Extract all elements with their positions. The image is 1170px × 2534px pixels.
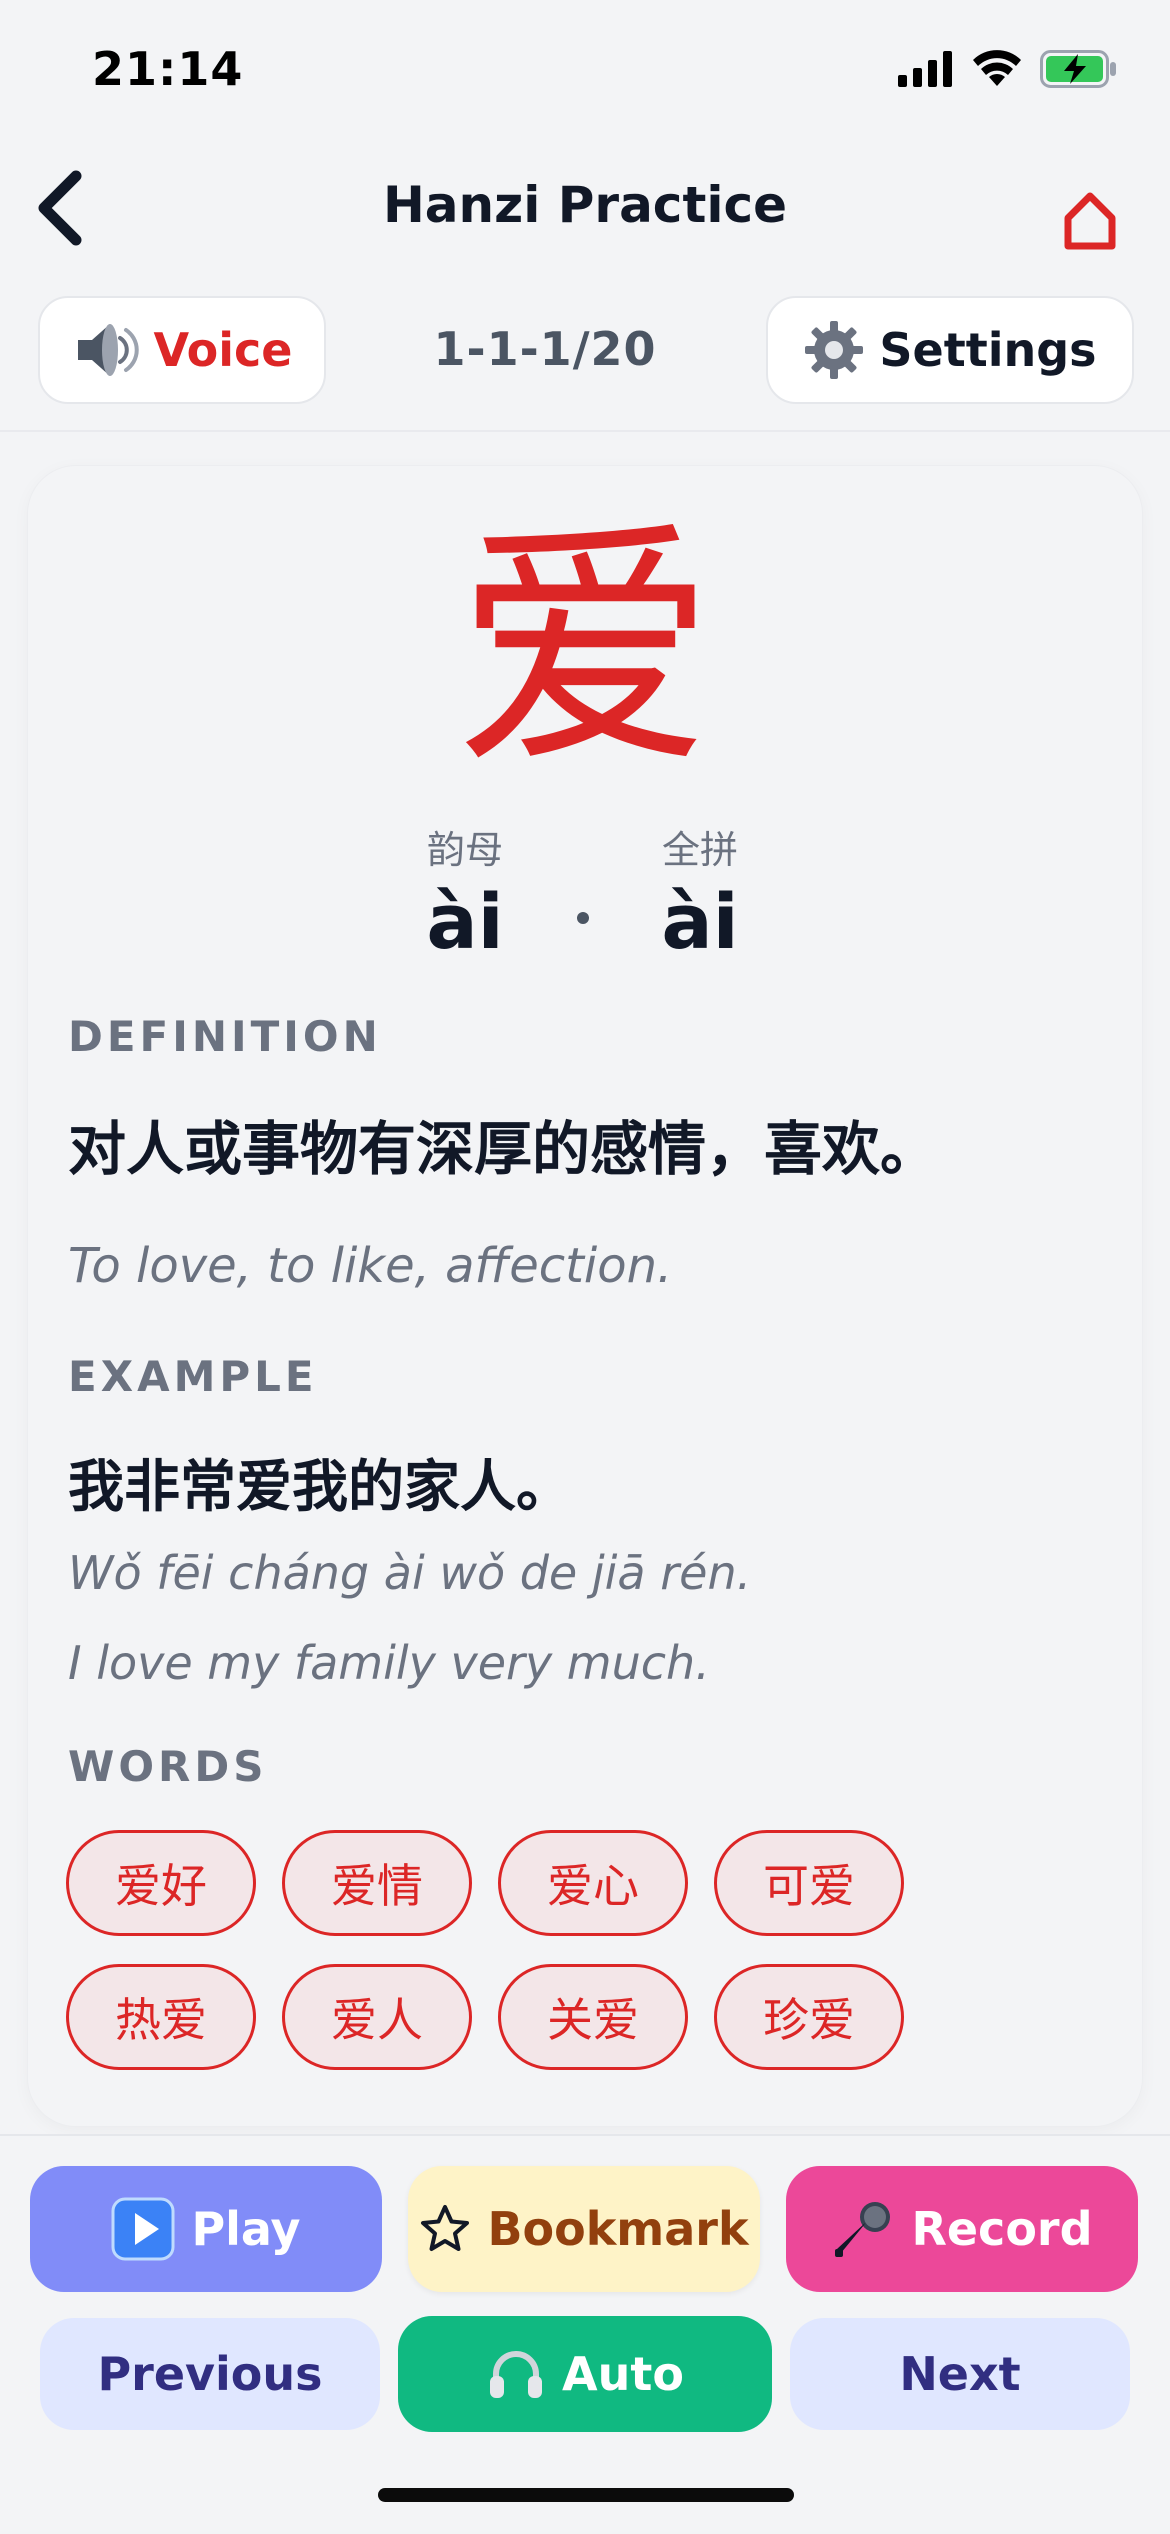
home-button[interactable] (1050, 180, 1130, 260)
definition-label: DEFINITION (68, 1012, 382, 1061)
final-caption: 韵母 (426, 828, 503, 872)
final-value: ài (426, 877, 504, 966)
status-icons (898, 50, 1118, 88)
home-indicator[interactable] (378, 2488, 794, 2502)
bottom-action-bar: Play Bookmark Record Previous Auto Next (0, 2134, 1170, 2534)
settings-button[interactable]: Settings (766, 296, 1134, 404)
word-chip[interactable]: 可爱 (714, 1830, 904, 1936)
full-value: ài (661, 877, 739, 966)
definition-zh: 对人或事物有深厚的感情，喜欢。 (68, 1115, 939, 1183)
auto-label: Auto (562, 2347, 684, 2401)
definition-en: To love, to like, affection. (68, 1238, 673, 1294)
words-label: WORDS (68, 1742, 268, 1791)
settings-label: Settings (879, 323, 1097, 377)
status-bar: 21:14 (0, 0, 1170, 150)
pinyin-separator (577, 912, 589, 924)
final-pinyin: 韵母 ài (365, 826, 565, 970)
word-chip[interactable]: 爱情 (282, 1830, 472, 1936)
toolbar: Voice 1-1-1/20 Settings (0, 296, 1170, 408)
wifi-icon (973, 50, 1021, 86)
full-pinyin: 全拼 ài (600, 826, 800, 970)
speaker-icon (77, 324, 139, 376)
header-divider (0, 430, 1170, 432)
example-label: EXAMPLE (68, 1352, 318, 1401)
record-button[interactable]: Record (786, 2166, 1138, 2292)
play-label: Play (191, 2202, 301, 2256)
battery-charging-icon (1040, 50, 1116, 88)
word-chip[interactable]: 热爱 (66, 1964, 256, 2070)
full-caption: 全拼 (661, 828, 738, 872)
example-en: I love my family very much. (68, 1636, 710, 1690)
word-chip[interactable]: 关爱 (498, 1964, 688, 2070)
nav-bar: Hanzi Practice (0, 150, 1170, 270)
next-label: Next (899, 2347, 1021, 2401)
star-icon (421, 2205, 470, 2251)
auto-button[interactable]: Auto (398, 2316, 772, 2432)
page-title: Hanzi Practice (382, 176, 788, 234)
next-button[interactable]: Next (790, 2318, 1130, 2430)
home-icon (1064, 192, 1116, 250)
status-time: 21:14 (92, 42, 244, 96)
cellular-signal-icon (898, 51, 952, 87)
play-icon (111, 2197, 175, 2261)
microphone-icon (835, 2202, 891, 2257)
record-label: Record (911, 2202, 1093, 2256)
word-chip[interactable]: 珍爱 (714, 1964, 904, 2070)
gear-icon (805, 321, 864, 379)
previous-label: Previous (97, 2347, 323, 2401)
previous-button[interactable]: Previous (40, 2318, 380, 2430)
play-button[interactable]: Play (30, 2166, 382, 2292)
progress-indicator: 1-1-1/20 (433, 322, 657, 376)
example-pinyin: Wǒ fēi cháng ài wǒ de jiā rén. (68, 1546, 752, 1600)
hanzi-character[interactable]: 爱 (0, 500, 1170, 800)
bookmark-label: Bookmark (487, 2202, 749, 2256)
word-chip[interactable]: 爱心 (498, 1830, 688, 1936)
word-chip[interactable]: 爱好 (66, 1830, 256, 1936)
word-chip[interactable]: 爱人 (282, 1964, 472, 2070)
headphones-icon (490, 2351, 543, 2398)
voice-button[interactable]: Voice (38, 296, 326, 404)
bookmark-button[interactable]: Bookmark (408, 2166, 760, 2292)
voice-label: Voice (153, 323, 293, 377)
example-zh: 我非常爱我的家人。 (68, 1455, 572, 1520)
